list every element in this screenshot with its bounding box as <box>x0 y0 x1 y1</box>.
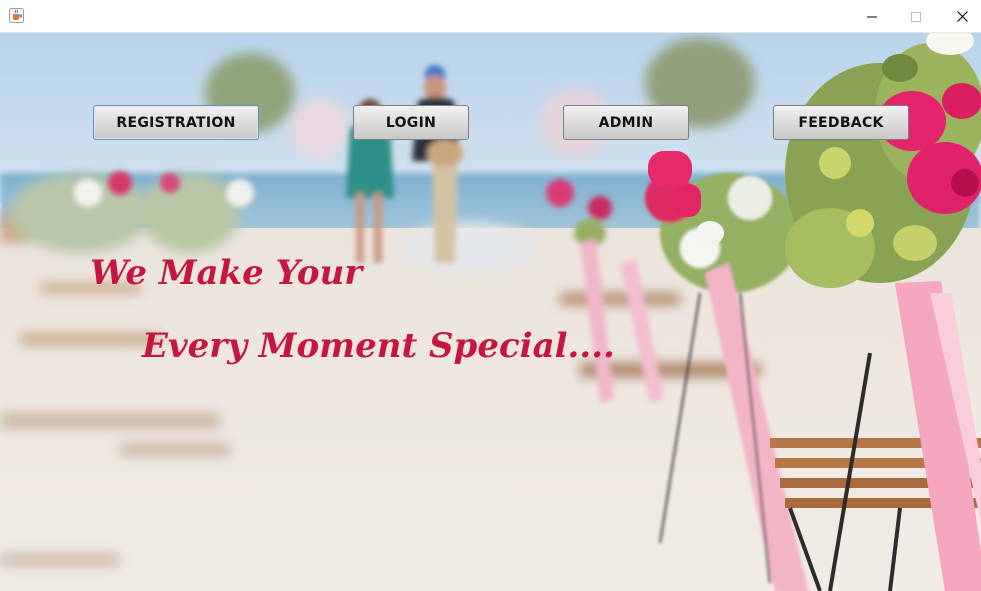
maximize-button[interactable] <box>893 0 939 33</box>
title-bar <box>0 0 981 33</box>
close-icon <box>956 11 968 22</box>
minimize-button[interactable] <box>849 0 895 33</box>
tagline-line2: Every Moment Special.... <box>142 326 615 366</box>
maximize-icon <box>911 11 921 22</box>
admin-button[interactable]: ADMIN <box>563 105 689 140</box>
close-button[interactable] <box>939 0 981 33</box>
registration-button[interactable]: REGISTRATION <box>93 105 259 140</box>
login-button[interactable]: LOGIN <box>353 105 469 140</box>
main-panel: REGISTRATION LOGIN ADMIN FEEDBACK We Mak… <box>0 33 981 591</box>
java-cup-icon <box>9 8 24 23</box>
app-window: REGISTRATION LOGIN ADMIN FEEDBACK We Mak… <box>0 0 981 591</box>
minimize-icon <box>867 16 877 17</box>
tagline-line1: We Make Your <box>90 253 363 293</box>
feedback-button[interactable]: FEEDBACK <box>773 105 909 140</box>
